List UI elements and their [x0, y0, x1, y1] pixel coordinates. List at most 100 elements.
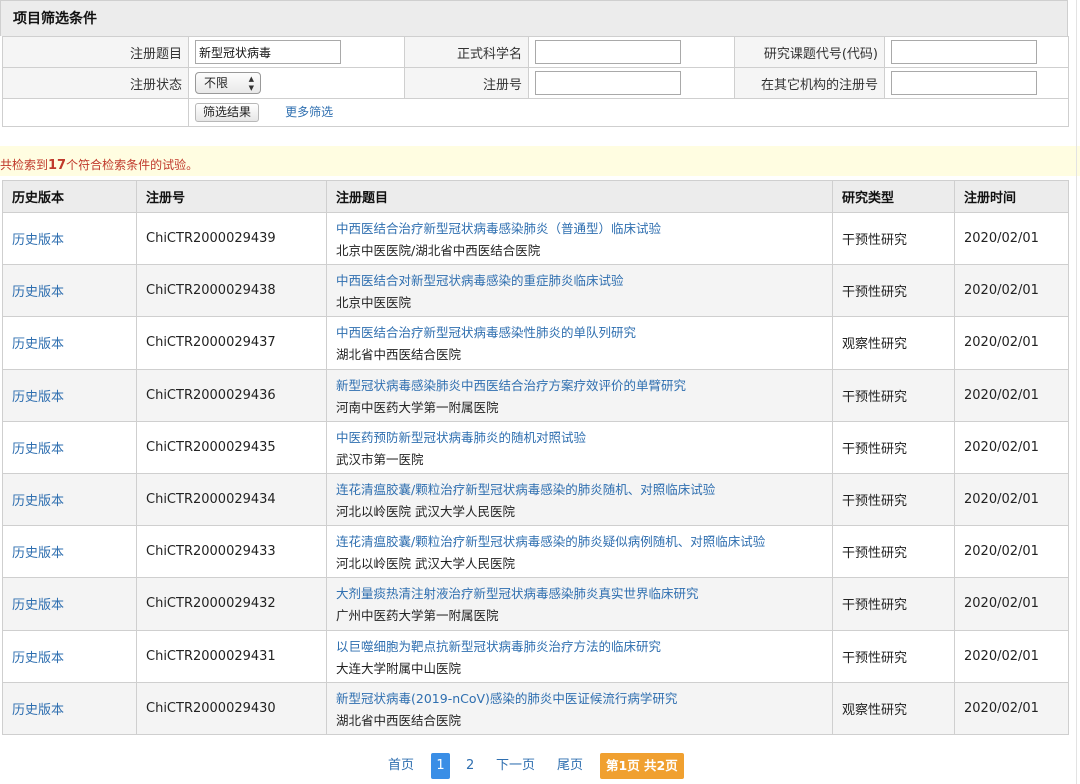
reg-no-cell: ChiCTR2000029436	[136, 368, 327, 422]
study-type-cell: 干预性研究	[832, 420, 955, 474]
title-cell: 中医药预防新型冠状病毒肺炎的随机对照试验 武汉市第一医院	[326, 420, 833, 474]
study-type-cell: 干预性研究	[832, 211, 955, 266]
table-row: 历史版本 ChiCTR2000029433 连花清瘟胶囊/颗粒治疗新型冠状病毒感染的…	[2, 525, 1069, 579]
trial-title-link[interactable]: 大剂量痰热清注射液治疗新型冠状病毒感染肺炎真实世界临床研究	[336, 583, 823, 602]
pager-page-2[interactable]: 2	[466, 753, 474, 779]
title-cell: 大剂量痰热清注射液治疗新型冠状病毒感染肺炎真实世界临床研究 广州中医药大学第一附属…	[326, 577, 833, 631]
study-type-cell: 干预性研究	[832, 368, 955, 422]
trial-title-link[interactable]: 中西医结合治疗新型冠状病毒感染性肺炎的单队列研究	[336, 322, 823, 341]
reg-no-cell: ChiCTR2000029434	[136, 472, 327, 527]
pager-first[interactable]: 首页	[388, 753, 414, 779]
study-type-cell: 干预性研究	[832, 577, 955, 631]
select-arrows-icon: ▲ ▼	[248, 75, 254, 92]
history-version-link[interactable]: 历史版本	[12, 337, 64, 352]
history-version-link[interactable]: 历史版本	[12, 233, 64, 248]
reg-no-cell: ChiCTR2000029432	[136, 577, 327, 631]
trial-title-link[interactable]: 新型冠状病毒感染肺炎中西医结合治疗方案疗效评价的单臂研究	[336, 375, 823, 394]
trial-institution: 湖北省中西医结合医院	[336, 347, 462, 363]
sci-name-input[interactable]	[535, 40, 681, 64]
trial-title-link[interactable]: 新型冠状病毒(2019-nCoV)感染的肺炎中医证候流行病学研究	[336, 688, 823, 707]
pager-next[interactable]: 下一页	[496, 753, 535, 779]
header-date: 注册时间	[954, 180, 1069, 213]
title-cell: 连花清瘟胶囊/颗粒治疗新型冠状病毒感染的肺炎随机、对照临床试验 河北以岭医院 武汉…	[326, 472, 833, 527]
study-type-cell: 观察性研究	[832, 316, 955, 370]
trial-title-link[interactable]: 以巨噬细胞为靶点抗新型冠状病毒肺炎治疗方法的临床研究	[336, 636, 823, 655]
history-version-link[interactable]: 历史版本	[12, 598, 64, 613]
reg-no-cell: ChiCTR2000029431	[136, 629, 327, 683]
trial-institution: 河北以岭医院 武汉大学人民医院	[336, 556, 515, 572]
result-suffix: 个符合检索条件的试验。	[66, 158, 199, 172]
reg-no-input[interactable]	[535, 71, 681, 95]
title-cell: 连花清瘟胶囊/颗粒治疗新型冠状病毒感染的肺炎疑似病例随机、对照临床试验 河北以岭医…	[326, 525, 833, 579]
history-version-link[interactable]: 历史版本	[12, 546, 64, 561]
other-reg-input[interactable]	[891, 71, 1037, 95]
reg-date-cell: 2020/02/01	[954, 525, 1069, 579]
trial-title-link[interactable]: 中西医结合治疗新型冠状病毒感染肺炎（普通型）临床试验	[336, 218, 823, 237]
topic-code-input[interactable]	[891, 40, 1037, 64]
title-cell: 新型冠状病毒感染肺炎中西医结合治疗方案疗效评价的单臂研究 河南中医药大学第一附属医…	[326, 368, 833, 422]
title-cell: 中西医结合对新型冠状病毒感染的重症肺炎临床试验 北京中医医院	[326, 264, 833, 318]
trial-title-link[interactable]: 连花清瘟胶囊/颗粒治疗新型冠状病毒感染的肺炎疑似病例随机、对照临床试验	[336, 531, 823, 550]
results-table: 历史版本 注册号 注册题目 研究类型 注册时间 历史版本 ChiCTR200002…	[2, 180, 1069, 735]
trial-institution: 北京中医医院/湖北省中西医结合医院	[336, 243, 541, 259]
page-edge-divider	[1076, 0, 1077, 784]
reg-no-cell: ChiCTR2000029430	[136, 681, 327, 735]
history-version-link[interactable]: 历史版本	[12, 651, 64, 666]
filter-submit-button[interactable]: 筛选结果	[195, 103, 260, 122]
table-row: 历史版本 ChiCTR2000029431 以巨噬细胞为靶点抗新型冠状病毒肺炎治疗方…	[2, 629, 1069, 683]
pager-page-1[interactable]: 1	[431, 753, 450, 779]
result-prefix: 共检索到	[0, 158, 49, 172]
other-reg-label: 在其它机构的注册号	[734, 67, 885, 99]
status-select[interactable]: 不限 ▲ ▼	[195, 72, 261, 94]
filter-panel-title: 项目筛选条件	[13, 11, 97, 27]
reg-date-cell: 2020/02/01	[954, 577, 1069, 631]
trial-institution: 武汉市第一医院	[336, 451, 424, 467]
history-version-link[interactable]: 历史版本	[12, 703, 64, 718]
title-cell: 以巨噬细胞为靶点抗新型冠状病毒肺炎治疗方法的临床研究 大连大学附属中山医院	[326, 629, 833, 683]
trial-title-link[interactable]: 连花清瘟胶囊/颗粒治疗新型冠状病毒感染的肺炎随机、对照临床试验	[336, 479, 823, 498]
trial-institution: 河南中医药大学第一附属医院	[336, 399, 499, 415]
reg-date-cell: 2020/02/01	[954, 211, 1069, 266]
table-row: 历史版本 ChiCTR2000029439 中西医结合治疗新型冠状病毒感染肺炎（普通…	[2, 211, 1069, 266]
title-cell: 新型冠状病毒(2019-nCoV)感染的肺炎中医证候流行病学研究 湖北省中西医结合…	[326, 681, 833, 735]
reg-title-input[interactable]	[195, 40, 341, 64]
title-cell: 中西医结合治疗新型冠状病毒感染肺炎（普通型）临床试验 北京中医医院/湖北省中西医结…	[326, 211, 833, 266]
table-row: 历史版本 ChiCTR2000029434 连花清瘟胶囊/颗粒治疗新型冠状病毒感染的…	[2, 472, 1069, 527]
table-row: 历史版本 ChiCTR2000029438 中西医结合对新型冠状病毒感染的重症肺炎临…	[2, 264, 1069, 318]
reg-date-cell: 2020/02/01	[954, 264, 1069, 318]
header-title: 注册题目	[326, 180, 833, 213]
reg-date-cell: 2020/02/01	[954, 681, 1069, 735]
reg-date-cell: 2020/02/01	[954, 368, 1069, 422]
pager-info: 第1页 共2页	[600, 753, 684, 779]
more-filter-link[interactable]: 更多筛选	[285, 105, 333, 119]
history-version-link[interactable]: 历史版本	[12, 494, 64, 509]
study-type-cell: 干预性研究	[832, 525, 955, 579]
trial-institution: 河北以岭医院 武汉大学人民医院	[336, 504, 515, 520]
status-label: 注册状态	[2, 67, 189, 99]
reg-date-cell: 2020/02/01	[954, 420, 1069, 474]
history-version-link[interactable]: 历史版本	[12, 285, 64, 300]
table-row: 历史版本 ChiCTR2000029437 中西医结合治疗新型冠状病毒感染性肺炎的单…	[2, 316, 1069, 370]
reg-no-cell: ChiCTR2000029435	[136, 420, 327, 474]
status-select-value: 不限	[204, 76, 229, 90]
reg-no-cell: ChiCTR2000029433	[136, 525, 327, 579]
pagination: 首页 1 2 下一页 尾页 第1页 共2页	[0, 753, 1080, 779]
reg-no-label: 注册号	[404, 67, 529, 99]
trial-title-link[interactable]: 中医药预防新型冠状病毒肺炎的随机对照试验	[336, 427, 823, 446]
result-count: 17	[48, 158, 67, 173]
reg-date-cell: 2020/02/01	[954, 316, 1069, 370]
pager-last[interactable]: 尾页	[557, 753, 583, 779]
title-cell: 中西医结合治疗新型冠状病毒感染性肺炎的单队列研究 湖北省中西医结合医院	[326, 316, 833, 370]
study-type-cell: 干预性研究	[832, 472, 955, 527]
history-version-link[interactable]: 历史版本	[12, 442, 64, 457]
table-row: 历史版本 ChiCTR2000029435 中医药预防新型冠状病毒肺炎的随机对照试验…	[2, 420, 1069, 474]
reg-no-cell: ChiCTR2000029438	[136, 264, 327, 318]
trial-institution: 湖北省中西医结合医院	[336, 712, 462, 728]
filter-panel-header: 项目筛选条件	[0, 0, 1068, 36]
history-version-link[interactable]: 历史版本	[12, 390, 64, 405]
study-type-cell: 干预性研究	[832, 264, 955, 318]
sci-name-label: 正式科学名	[404, 36, 529, 68]
header-type: 研究类型	[832, 180, 955, 213]
trial-title-link[interactable]: 中西医结合对新型冠状病毒感染的重症肺炎临床试验	[336, 270, 823, 289]
reg-date-cell: 2020/02/01	[954, 472, 1069, 527]
